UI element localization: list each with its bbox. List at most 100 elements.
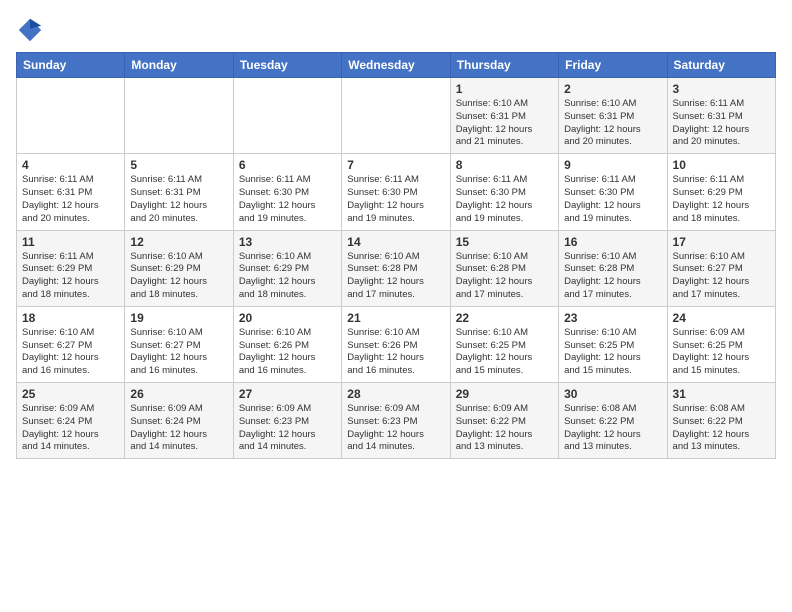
day-info: Sunrise: 6:09 AM Sunset: 6:23 PM Dayligh… bbox=[347, 403, 444, 454]
day-number: 6 bbox=[239, 158, 336, 172]
calendar-day-cell: 3 Sunrise: 6:11 AM Sunset: 6:31 PM Daylig… bbox=[667, 78, 775, 154]
day-info: Sunrise: 6:09 AM Sunset: 6:22 PM Dayligh… bbox=[456, 403, 553, 454]
calendar-day-cell: 9 Sunrise: 6:11 AM Sunset: 6:30 PM Daylig… bbox=[559, 154, 667, 230]
day-info: Sunrise: 6:11 AM Sunset: 6:31 PM Dayligh… bbox=[130, 174, 227, 225]
day-info: Sunrise: 6:10 AM Sunset: 6:27 PM Dayligh… bbox=[130, 327, 227, 378]
calendar-day-cell: 13 Sunrise: 6:10 AM Sunset: 6:29 PM Dayli… bbox=[233, 230, 341, 306]
day-number: 14 bbox=[347, 235, 444, 249]
day-info: Sunrise: 6:10 AM Sunset: 6:31 PM Dayligh… bbox=[456, 98, 553, 149]
day-number: 5 bbox=[130, 158, 227, 172]
calendar-day-cell: 18 Sunrise: 6:10 AM Sunset: 6:27 PM Dayli… bbox=[17, 306, 125, 382]
day-number: 21 bbox=[347, 311, 444, 325]
day-of-week-header: Monday bbox=[125, 53, 233, 78]
calendar-day-cell: 17 Sunrise: 6:10 AM Sunset: 6:27 PM Dayli… bbox=[667, 230, 775, 306]
calendar-day-cell bbox=[233, 78, 341, 154]
calendar-week-row: 1Sunrise: 6:10 AM Sunset: 6:31 PM Daylig… bbox=[17, 78, 776, 154]
calendar-day-cell bbox=[125, 78, 233, 154]
day-of-week-header: Saturday bbox=[667, 53, 775, 78]
day-of-week-header: Tuesday bbox=[233, 53, 341, 78]
day-number: 12 bbox=[130, 235, 227, 249]
day-info: Sunrise: 6:11 AM Sunset: 6:31 PM Dayligh… bbox=[22, 174, 119, 225]
calendar-day-cell: 11 Sunrise: 6:11 AM Sunset: 6:29 PM Dayli… bbox=[17, 230, 125, 306]
day-info: Sunrise: 6:10 AM Sunset: 6:26 PM Dayligh… bbox=[239, 327, 336, 378]
calendar-day-cell: 20 Sunrise: 6:10 AM Sunset: 6:26 PM Dayli… bbox=[233, 306, 341, 382]
day-info: Sunrise: 6:11 AM Sunset: 6:31 PM Dayligh… bbox=[673, 98, 770, 149]
day-number: 13 bbox=[239, 235, 336, 249]
day-info: Sunrise: 6:11 AM Sunset: 6:30 PM Dayligh… bbox=[239, 174, 336, 225]
logo bbox=[16, 16, 48, 44]
day-number: 10 bbox=[673, 158, 770, 172]
day-number: 8 bbox=[456, 158, 553, 172]
calendar-week-row: 25 Sunrise: 6:09 AM Sunset: 6:24 PM Dayli… bbox=[17, 383, 776, 459]
day-info: Sunrise: 6:10 AM Sunset: 6:29 PM Dayligh… bbox=[239, 251, 336, 302]
day-number: 26 bbox=[130, 387, 227, 401]
calendar-day-cell bbox=[342, 78, 450, 154]
day-info: Sunrise: 6:10 AM Sunset: 6:26 PM Dayligh… bbox=[347, 327, 444, 378]
day-of-week-header: Sunday bbox=[17, 53, 125, 78]
logo-icon bbox=[16, 16, 44, 44]
day-info: Sunrise: 6:11 AM Sunset: 6:30 PM Dayligh… bbox=[456, 174, 553, 225]
page-header bbox=[16, 16, 776, 44]
calendar-day-cell: 2Sunrise: 6:10 AM Sunset: 6:31 PM Daylig… bbox=[559, 78, 667, 154]
day-info: Sunrise: 6:10 AM Sunset: 6:25 PM Dayligh… bbox=[564, 327, 661, 378]
calendar-day-cell: 25 Sunrise: 6:09 AM Sunset: 6:24 PM Dayli… bbox=[17, 383, 125, 459]
day-info: Sunrise: 6:11 AM Sunset: 6:29 PM Dayligh… bbox=[22, 251, 119, 302]
calendar-day-cell: 1Sunrise: 6:10 AM Sunset: 6:31 PM Daylig… bbox=[450, 78, 558, 154]
day-info: Sunrise: 6:11 AM Sunset: 6:29 PM Dayligh… bbox=[673, 174, 770, 225]
day-number: 24 bbox=[673, 311, 770, 325]
calendar-day-cell: 14 Sunrise: 6:10 AM Sunset: 6:28 PM Dayli… bbox=[342, 230, 450, 306]
day-info: Sunrise: 6:10 AM Sunset: 6:27 PM Dayligh… bbox=[673, 251, 770, 302]
day-number: 9 bbox=[564, 158, 661, 172]
day-info: Sunrise: 6:11 AM Sunset: 6:30 PM Dayligh… bbox=[564, 174, 661, 225]
day-number: 25 bbox=[22, 387, 119, 401]
calendar-day-cell: 23 Sunrise: 6:10 AM Sunset: 6:25 PM Dayli… bbox=[559, 306, 667, 382]
day-info: Sunrise: 6:10 AM Sunset: 6:27 PM Dayligh… bbox=[22, 327, 119, 378]
day-number: 22 bbox=[456, 311, 553, 325]
day-number: 11 bbox=[22, 235, 119, 249]
calendar-day-cell bbox=[17, 78, 125, 154]
day-number: 19 bbox=[130, 311, 227, 325]
calendar-day-cell: 30Sunrise: 6:08 AM Sunset: 6:22 PM Dayli… bbox=[559, 383, 667, 459]
day-number: 23 bbox=[564, 311, 661, 325]
day-number: 3 bbox=[673, 82, 770, 96]
day-number: 17 bbox=[673, 235, 770, 249]
day-number: 4 bbox=[22, 158, 119, 172]
day-of-week-header: Thursday bbox=[450, 53, 558, 78]
day-info: Sunrise: 6:10 AM Sunset: 6:25 PM Dayligh… bbox=[456, 327, 553, 378]
day-of-week-header: Wednesday bbox=[342, 53, 450, 78]
calendar-day-cell: 26 Sunrise: 6:09 AM Sunset: 6:24 PM Dayli… bbox=[125, 383, 233, 459]
day-info: Sunrise: 6:10 AM Sunset: 6:28 PM Dayligh… bbox=[564, 251, 661, 302]
calendar-day-cell: 6 Sunrise: 6:11 AM Sunset: 6:30 PM Daylig… bbox=[233, 154, 341, 230]
day-number: 27 bbox=[239, 387, 336, 401]
calendar-day-cell: 31 Sunrise: 6:08 AM Sunset: 6:22 PM Dayli… bbox=[667, 383, 775, 459]
day-info: Sunrise: 6:09 AM Sunset: 6:24 PM Dayligh… bbox=[130, 403, 227, 454]
day-number: 20 bbox=[239, 311, 336, 325]
day-info: Sunrise: 6:09 AM Sunset: 6:24 PM Dayligh… bbox=[22, 403, 119, 454]
calendar-day-cell: 19 Sunrise: 6:10 AM Sunset: 6:27 PM Dayli… bbox=[125, 306, 233, 382]
calendar-day-cell: 5 Sunrise: 6:11 AM Sunset: 6:31 PM Daylig… bbox=[125, 154, 233, 230]
calendar-week-row: 4 Sunrise: 6:11 AM Sunset: 6:31 PM Daylig… bbox=[17, 154, 776, 230]
calendar-day-cell: 21 Sunrise: 6:10 AM Sunset: 6:26 PM Dayli… bbox=[342, 306, 450, 382]
day-number: 16 bbox=[564, 235, 661, 249]
calendar-day-cell: 12 Sunrise: 6:10 AM Sunset: 6:29 PM Dayli… bbox=[125, 230, 233, 306]
calendar-day-cell: 15Sunrise: 6:10 AM Sunset: 6:28 PM Dayli… bbox=[450, 230, 558, 306]
calendar-day-cell: 8 Sunrise: 6:11 AM Sunset: 6:30 PM Daylig… bbox=[450, 154, 558, 230]
calendar-day-cell: 10 Sunrise: 6:11 AM Sunset: 6:29 PM Dayli… bbox=[667, 154, 775, 230]
day-number: 2 bbox=[564, 82, 661, 96]
day-number: 31 bbox=[673, 387, 770, 401]
day-number: 28 bbox=[347, 387, 444, 401]
day-info: Sunrise: 6:08 AM Sunset: 6:22 PM Dayligh… bbox=[564, 403, 661, 454]
day-info: Sunrise: 6:11 AM Sunset: 6:30 PM Dayligh… bbox=[347, 174, 444, 225]
day-info: Sunrise: 6:10 AM Sunset: 6:29 PM Dayligh… bbox=[130, 251, 227, 302]
calendar-day-cell: 29Sunrise: 6:09 AM Sunset: 6:22 PM Dayli… bbox=[450, 383, 558, 459]
day-info: Sunrise: 6:10 AM Sunset: 6:28 PM Dayligh… bbox=[347, 251, 444, 302]
day-of-week-header: Friday bbox=[559, 53, 667, 78]
calendar-table: SundayMondayTuesdayWednesdayThursdayFrid… bbox=[16, 52, 776, 459]
day-info: Sunrise: 6:09 AM Sunset: 6:25 PM Dayligh… bbox=[673, 327, 770, 378]
day-info: Sunrise: 6:09 AM Sunset: 6:23 PM Dayligh… bbox=[239, 403, 336, 454]
day-number: 15 bbox=[456, 235, 553, 249]
calendar-day-cell: 7Sunrise: 6:11 AM Sunset: 6:30 PM Daylig… bbox=[342, 154, 450, 230]
calendar-week-row: 18 Sunrise: 6:10 AM Sunset: 6:27 PM Dayli… bbox=[17, 306, 776, 382]
day-info: Sunrise: 6:08 AM Sunset: 6:22 PM Dayligh… bbox=[673, 403, 770, 454]
day-number: 18 bbox=[22, 311, 119, 325]
